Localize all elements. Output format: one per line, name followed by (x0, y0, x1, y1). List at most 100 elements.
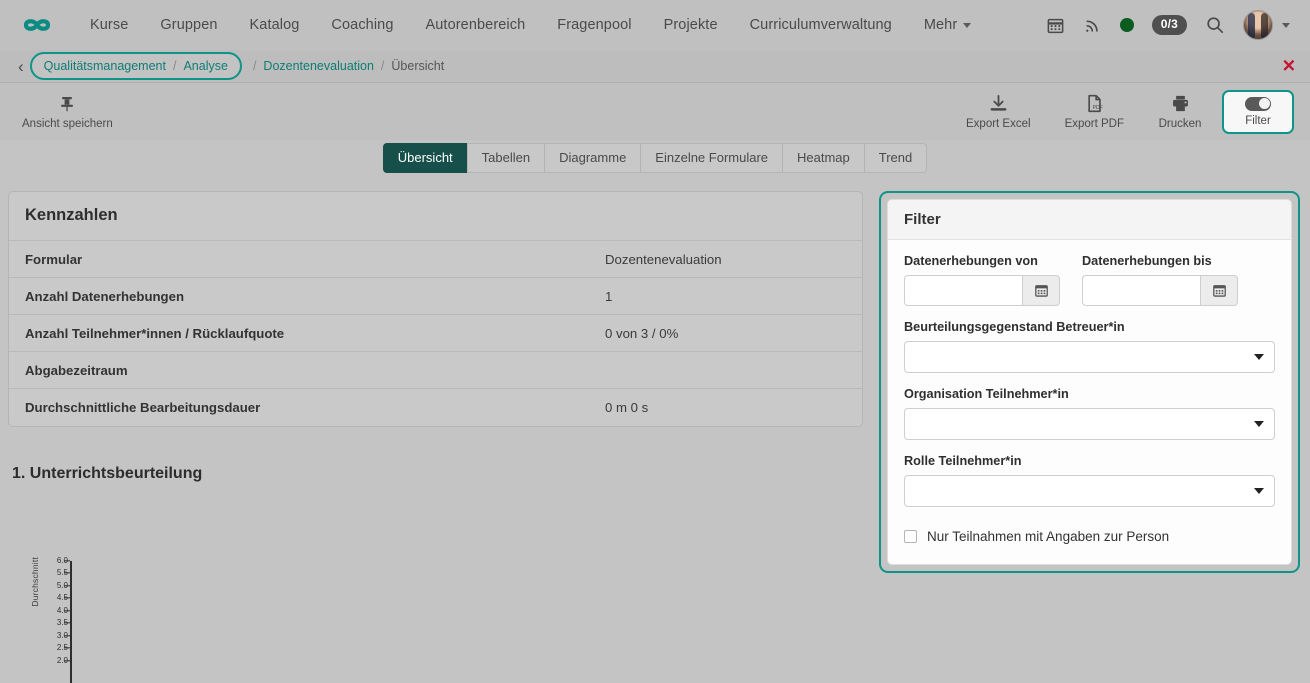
kennzahlen-title: Kennzahlen (9, 192, 862, 240)
breadcrumb-item-analyse[interactable]: Analyse (183, 59, 227, 73)
export-pdf-button[interactable]: PDF Export PDF (1051, 87, 1138, 136)
breadcrumb-item-dozentenevaluation[interactable]: Dozentenevaluation (263, 59, 374, 73)
calendar-icon[interactable] (1046, 16, 1065, 35)
nav-item-mehr-label: Mehr (924, 17, 957, 33)
chart-y-tick-mark (64, 597, 70, 598)
rolle-select[interactable] (904, 475, 1275, 507)
nav-item-mehr[interactable]: Mehr (908, 9, 987, 41)
search-icon[interactable] (1205, 15, 1225, 35)
tab-tabellen[interactable]: Tabellen (467, 143, 544, 173)
tab-einzelne-formulare[interactable]: Einzelne Formulare (640, 143, 782, 173)
export-excel-button[interactable]: Export Excel (952, 87, 1045, 136)
nav-item-katalog[interactable]: Katalog (234, 9, 316, 41)
infinity-logo[interactable] (14, 8, 60, 42)
kennzahlen-card: Kennzahlen Formular Dozentenevaluation A… (8, 191, 863, 427)
date-from-label: Datenerhebungen von (904, 254, 1060, 268)
filter-panel: Filter Datenerhebungen von (887, 199, 1292, 565)
person-data-checkbox-row: Nur Teilnahmen mit Angaben zur Person (904, 529, 1275, 544)
user-menu[interactable] (1243, 10, 1290, 40)
table-row: Abgabezeitraum (9, 352, 862, 389)
calendar-icon[interactable] (1200, 275, 1238, 306)
chart-y-tick-mark (64, 585, 70, 586)
filter-panel-body: Datenerhebungen von (888, 240, 1291, 564)
filter-panel-title: Filter (888, 200, 1291, 240)
task-counter-badge[interactable]: 0/3 (1152, 15, 1187, 34)
pushpin-icon (57, 94, 77, 114)
toolbar-right-group: Export Excel PDF Export PDF (952, 87, 1302, 136)
chart-y-tick-mark (64, 610, 70, 611)
organisation-group: Organisation Teilnehmer*in (904, 387, 1275, 440)
tab-diagramme[interactable]: Diagramme (544, 143, 640, 173)
nav-right-actions: 0/3 (1046, 10, 1296, 40)
nav-links: Kurse Gruppen Katalog Coaching Autorenbe… (74, 9, 987, 41)
row-label: Formular (9, 241, 589, 278)
person-data-checkbox[interactable] (904, 530, 917, 543)
status-dot-icon[interactable] (1120, 18, 1134, 32)
filter-toggle-label: Filter (1245, 115, 1271, 127)
date-to-label: Datenerhebungen bis (1082, 254, 1238, 268)
row-value: 1 (589, 278, 862, 315)
row-value: Dozentenevaluation (589, 241, 862, 278)
chart-y-tick-mark (64, 560, 70, 561)
breadcrumb-highlight: Qualitätsmanagement / Analyse (30, 52, 242, 80)
tabs: Übersicht Tabellen Diagramme Einzelne Fo… (383, 143, 928, 173)
nav-item-projekte[interactable]: Projekte (648, 9, 734, 41)
calendar-icon[interactable] (1022, 275, 1060, 306)
nav-item-autorenbereich[interactable]: Autorenbereich (410, 9, 542, 41)
left-column: Kennzahlen Formular Dozentenevaluation A… (8, 191, 863, 635)
row-value: 0 m 0 s (589, 389, 862, 426)
save-view-label: Ansicht speichern (22, 118, 113, 130)
chart-y-tick-mark (64, 647, 70, 648)
rolle-group: Rolle Teilnehmer*in (904, 454, 1275, 507)
chevron-down-icon (963, 23, 971, 28)
tab-uebersicht[interactable]: Übersicht (383, 143, 467, 173)
kennzahlen-table: Formular Dozentenevaluation Anzahl Daten… (9, 240, 862, 426)
organisation-label: Organisation Teilnehmer*in (904, 387, 1275, 401)
row-label: Anzahl Teilnehmer*innen / Rücklaufquote (9, 315, 589, 352)
toggle-switch-icon (1245, 97, 1271, 111)
nav-item-gruppen[interactable]: Gruppen (144, 9, 233, 41)
row-value: 0 von 3 / 0% (589, 315, 862, 352)
rolle-label: Rolle Teilnehmer*in (904, 454, 1275, 468)
chevron-down-icon (1254, 488, 1264, 494)
date-to-input[interactable] (1082, 275, 1200, 306)
beurteilungsgegenstand-group: Beurteilungsgegenstand Betreuer*in (904, 320, 1275, 373)
svg-text:PDF: PDF (1092, 105, 1102, 111)
date-to-group: Datenerhebungen bis (1082, 254, 1238, 306)
date-from-group: Datenerhebungen von (904, 254, 1060, 306)
date-to-input-group (1082, 275, 1238, 306)
breadcrumb-separator: / (173, 59, 176, 73)
rss-icon[interactable] (1083, 16, 1102, 35)
top-navigation-bar: Kurse Gruppen Katalog Coaching Autorenbe… (0, 0, 1310, 50)
nav-item-fragenpool[interactable]: Fragenpool (541, 9, 647, 41)
export-excel-label: Export Excel (966, 118, 1031, 130)
person-data-checkbox-label: Nur Teilnahmen mit Angaben zur Person (927, 529, 1169, 544)
breadcrumb-item-qualitaetsmanagement[interactable]: Qualitätsmanagement (44, 59, 166, 73)
date-from-input[interactable] (904, 275, 1022, 306)
chart-y-tick-mark (64, 622, 70, 623)
main-content: Kennzahlen Formular Dozentenevaluation A… (0, 173, 1310, 635)
nav-item-curriculumverwaltung[interactable]: Curriculumverwaltung (734, 9, 908, 41)
date-from-input-group (904, 275, 1060, 306)
tab-trend[interactable]: Trend (864, 143, 927, 173)
beurteilungsgegenstand-select[interactable] (904, 341, 1275, 373)
beurteilungsgegenstand-label: Beurteilungsgegenstand Betreuer*in (904, 320, 1275, 334)
close-icon[interactable]: ✕ (1282, 58, 1296, 75)
filter-toggle-button[interactable]: Filter (1222, 90, 1294, 134)
organisation-select[interactable] (904, 408, 1275, 440)
nav-item-kurse[interactable]: Kurse (74, 9, 144, 41)
date-range-row: Datenerhebungen von (904, 254, 1275, 320)
print-button[interactable]: Drucken (1144, 87, 1216, 136)
pdf-file-icon: PDF (1084, 93, 1105, 114)
breadcrumb-rest-group: / Dozentenevaluation / Übersicht (246, 59, 444, 73)
right-column: Filter Datenerhebungen von (879, 191, 1300, 573)
breadcrumb-highlighted-group: Qualitätsmanagement / Analyse (44, 59, 228, 73)
nav-item-coaching[interactable]: Coaching (315, 9, 409, 41)
save-view-button[interactable]: Ansicht speichern (8, 88, 127, 136)
tab-heatmap[interactable]: Heatmap (782, 143, 864, 173)
chevron-down-icon (1282, 23, 1290, 28)
unterrichtsbeurteilung-chart: Durchschnitt 6.05.55.04.54.03.53.02.52.0 (8, 505, 863, 635)
tab-bar: Übersicht Tabellen Diagramme Einzelne Fo… (0, 140, 1310, 173)
chart-y-tick-mark (64, 635, 70, 636)
breadcrumb-separator: / (381, 59, 384, 73)
